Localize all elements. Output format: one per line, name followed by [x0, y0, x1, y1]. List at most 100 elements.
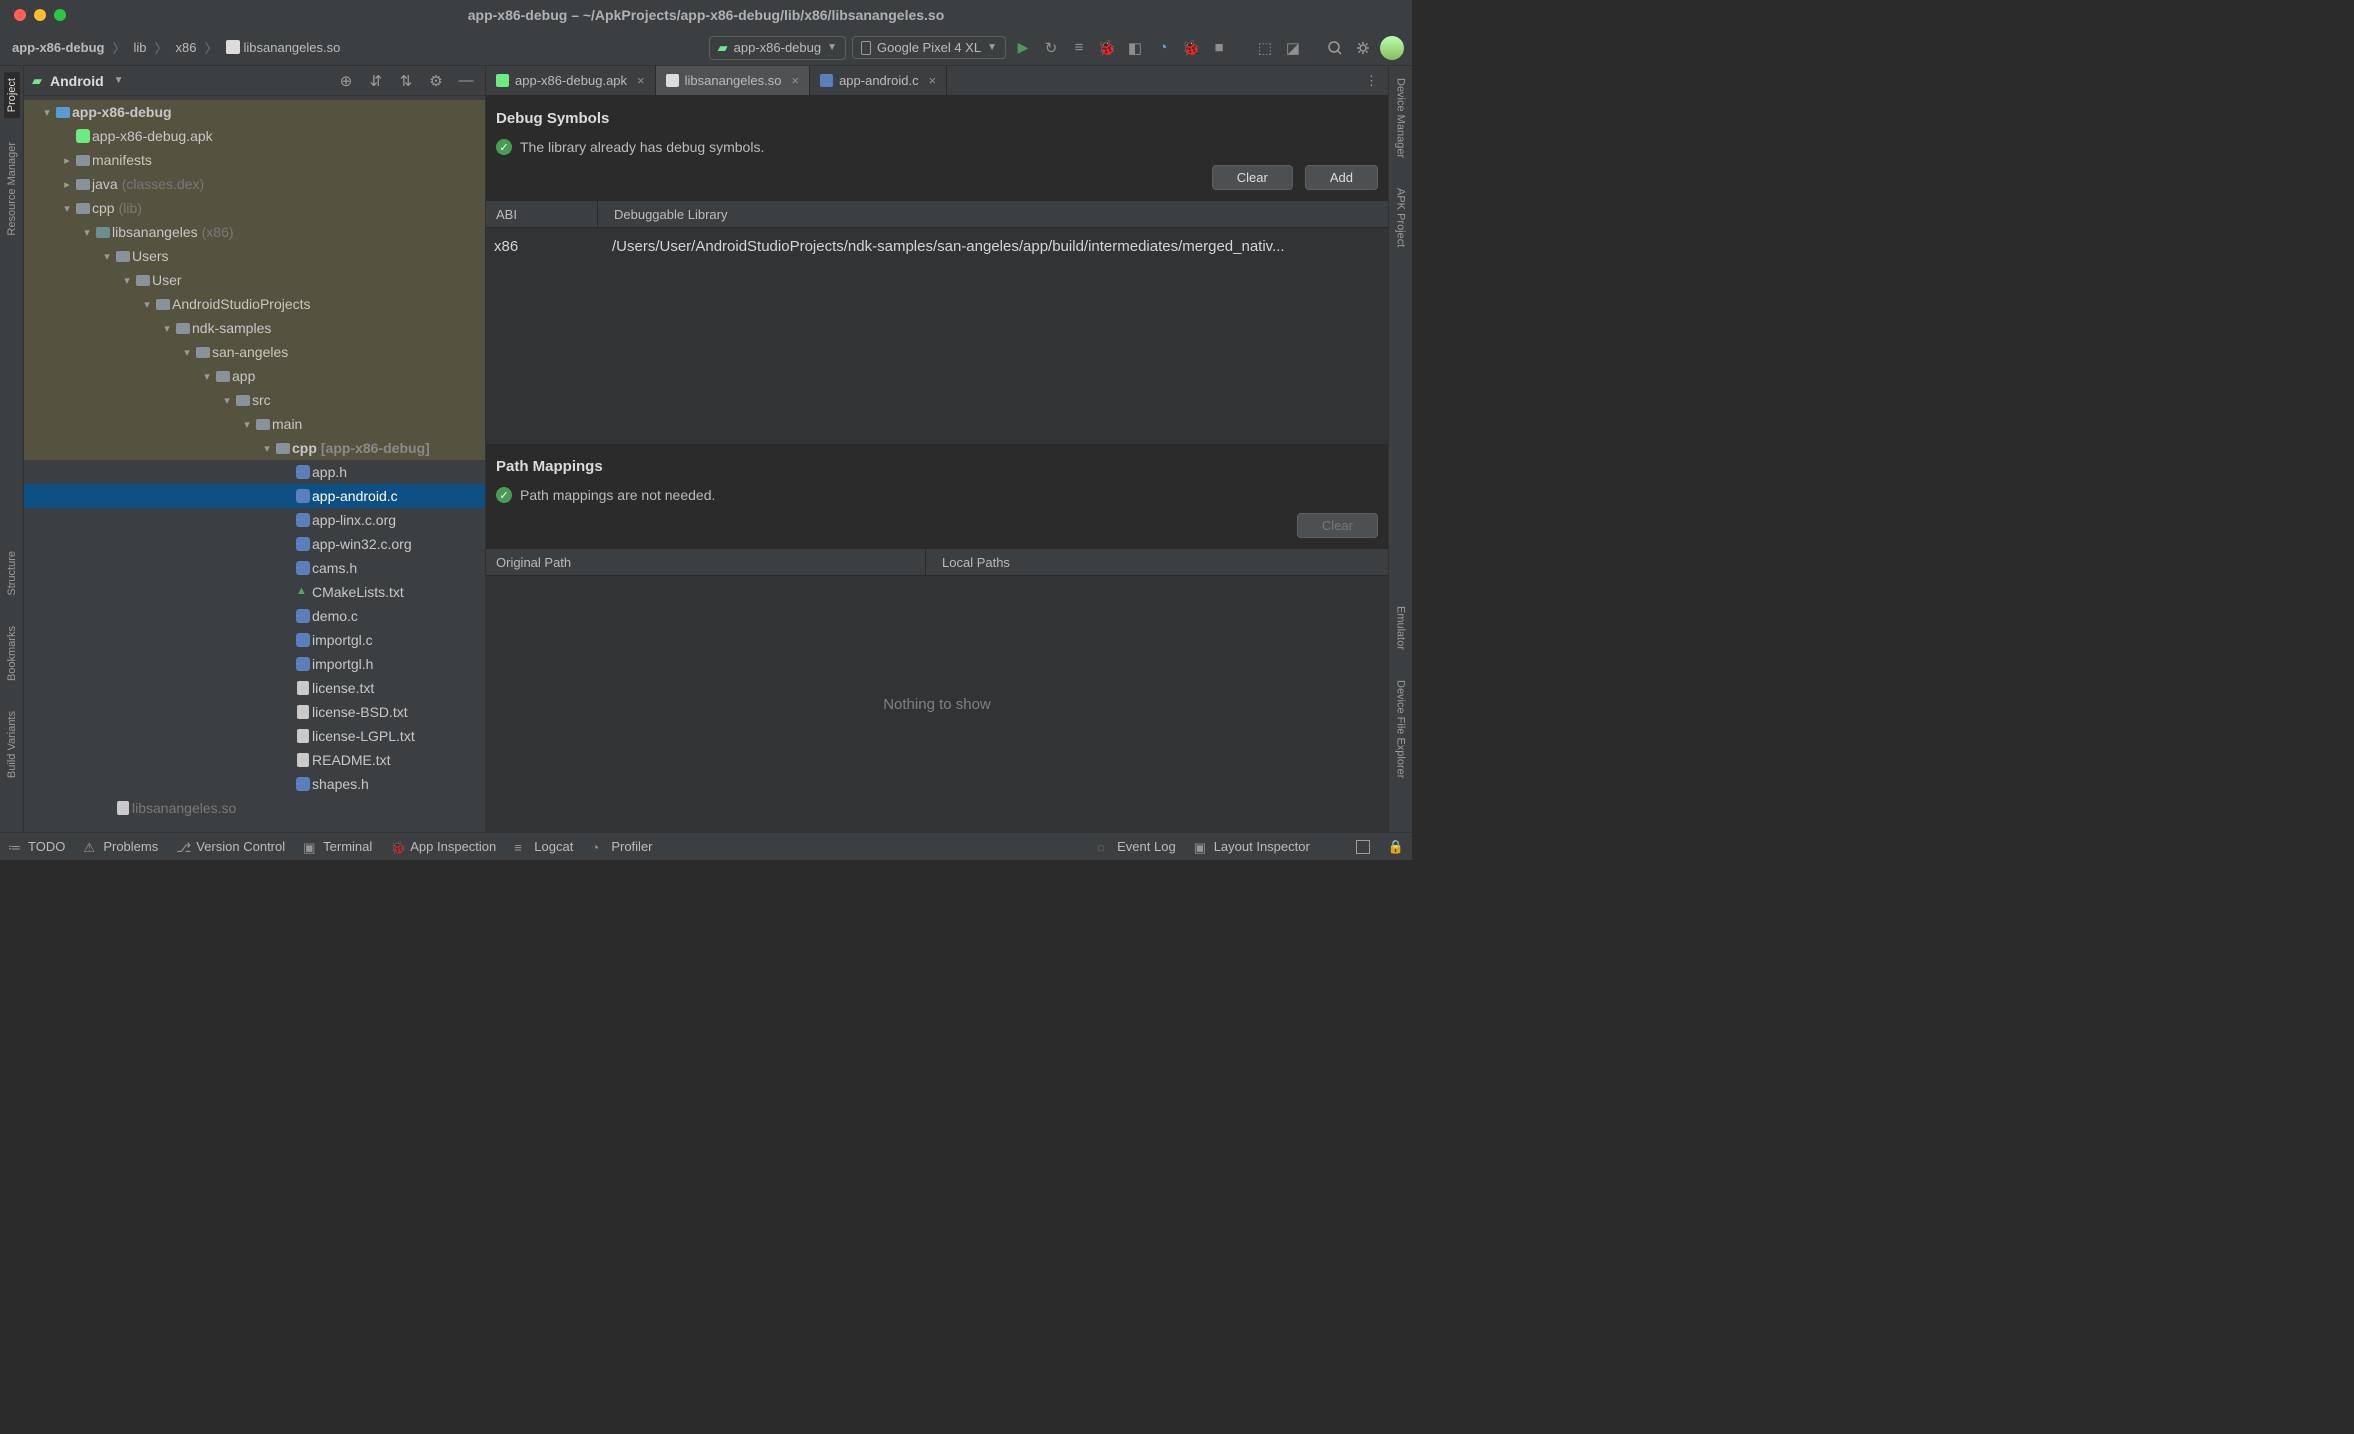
todo-tool-button[interactable]: ≔TODO [8, 839, 65, 854]
tree-item[interactable]: ▾ndk-samples [24, 316, 485, 340]
breadcrumb-file[interactable]: libsanangeles.so [222, 38, 345, 57]
original-path-header[interactable]: Original Path [486, 549, 926, 575]
tree-item[interactable]: libsanangeles.so [24, 796, 485, 820]
tree-arrow-icon[interactable]: ▸ [60, 178, 74, 191]
apk-project-tool-button[interactable]: APK Project [1393, 182, 1409, 253]
tree-item[interactable]: ▾san-angeles [24, 340, 485, 364]
tree-item[interactable]: CMakeLists.txt [24, 580, 485, 604]
project-tool-button[interactable]: Project [4, 72, 20, 118]
emulator-tool-button[interactable]: Emulator [1393, 600, 1409, 656]
tree-arrow-icon[interactable]: ▾ [100, 250, 114, 263]
clear-mappings-button[interactable]: Clear [1297, 513, 1378, 538]
tree-arrow-icon[interactable]: ▾ [200, 370, 214, 383]
editor-tab-so[interactable]: libsanangeles.so × [656, 66, 810, 95]
breadcrumb-arch[interactable]: x86 [172, 38, 201, 57]
run-configuration-dropdown[interactable]: ▰ app-x86-debug ▼ [709, 36, 846, 60]
tree-item[interactable]: app-x86-debug.apk [24, 124, 485, 148]
tree-item[interactable]: license-BSD.txt [24, 700, 485, 724]
panel-options-button[interactable]: ⚙ [425, 70, 447, 92]
local-paths-header[interactable]: Local Paths [926, 555, 1388, 570]
tree-item[interactable]: shapes.h [24, 772, 485, 796]
show-windows-button[interactable] [1356, 840, 1370, 854]
tree-item[interactable]: importgl.h [24, 652, 485, 676]
run-button[interactable]: ▶ [1012, 37, 1034, 59]
debug-button[interactable]: 🐞 [1096, 37, 1118, 59]
tree-item[interactable]: ▸manifests [24, 148, 485, 172]
tree-item[interactable]: ▾User [24, 268, 485, 292]
tree-item[interactable]: ▾main [24, 412, 485, 436]
tree-item[interactable]: app-linx.c.org [24, 508, 485, 532]
build-variants-tool-button[interactable]: Build Variants [4, 705, 20, 784]
tree-item[interactable]: app-win32.c.org [24, 532, 485, 556]
tree-arrow-icon[interactable]: ▾ [160, 322, 174, 335]
close-tab-icon[interactable]: × [929, 73, 937, 88]
tree-arrow-icon[interactable]: ▾ [220, 394, 234, 407]
sync-button[interactable]: ⬚ [1254, 37, 1276, 59]
select-opened-file-button[interactable]: ⊕ [335, 70, 357, 92]
tree-item[interactable]: ▾AndroidStudioProjects [24, 292, 485, 316]
tree-item[interactable]: ▾cpp(lib) [24, 196, 485, 220]
tree-item[interactable]: license.txt [24, 676, 485, 700]
library-header[interactable]: Debuggable Library [598, 207, 1388, 222]
editor-tab-apk[interactable]: app-x86-debug.apk × [486, 66, 656, 95]
tab-overflow-button[interactable]: ⋮ [1355, 66, 1388, 95]
apply-changes-button[interactable]: ↻ [1040, 37, 1062, 59]
breadcrumb-project[interactable]: app-x86-debug [8, 38, 108, 57]
problems-tool-button[interactable]: ⚠Problems [83, 839, 158, 854]
profiler-tool-button[interactable]: ◔Profiler [591, 839, 652, 854]
zoom-window-button[interactable] [54, 9, 66, 21]
tree-item[interactable]: importgl.c [24, 628, 485, 652]
tree-arrow-icon[interactable]: ▾ [60, 202, 74, 215]
hide-panel-button[interactable]: — [455, 70, 477, 92]
minimize-window-button[interactable] [34, 9, 46, 21]
collapse-all-button[interactable]: ⇅ [395, 70, 417, 92]
lock-icon[interactable]: 🔒 [1388, 839, 1404, 855]
tree-item[interactable]: cams.h [24, 556, 485, 580]
device-manager-tool-button[interactable]: Device Manager [1393, 72, 1409, 164]
logcat-tool-button[interactable]: ≡Logcat [514, 839, 573, 854]
device-file-explorer-tool-button[interactable]: Device File Explorer [1393, 674, 1409, 784]
app-inspection-tool-button[interactable]: 🐞App Inspection [390, 839, 496, 854]
tree-arrow-icon[interactable]: ▾ [180, 346, 194, 359]
settings-button[interactable] [1352, 37, 1374, 59]
abi-header[interactable]: ABI [486, 201, 598, 227]
close-tab-icon[interactable]: × [637, 73, 645, 88]
profile-button[interactable]: ◔ [1152, 37, 1174, 59]
tree-item[interactable]: ▾Users [24, 244, 485, 268]
tree-arrow-icon[interactable]: ▾ [140, 298, 154, 311]
tree-item[interactable]: demo.c [24, 604, 485, 628]
project-tree[interactable]: ▾app-x86-debugapp-x86-debug.apk▸manifest… [24, 96, 485, 832]
tree-item[interactable]: ▾app [24, 364, 485, 388]
attach-debugger-button[interactable]: 🐞 [1180, 37, 1202, 59]
tree-arrow-icon[interactable]: ▾ [80, 226, 94, 239]
event-log-tool-button[interactable]: ◌Event Log [1097, 839, 1176, 854]
bookmarks-tool-button[interactable]: Bookmarks [4, 620, 20, 687]
symbols-table-row[interactable]: x86 /Users/User/AndroidStudioProjects/nd… [486, 228, 1388, 264]
search-button[interactable] [1324, 37, 1346, 59]
close-tab-icon[interactable]: × [791, 73, 799, 88]
tree-arrow-icon[interactable]: ▾ [40, 106, 54, 119]
tree-arrow-icon[interactable]: ▾ [240, 418, 254, 431]
avd-manager-button[interactable]: ◪ [1282, 37, 1304, 59]
layout-inspector-tool-button[interactable]: ▣Layout Inspector [1194, 839, 1310, 854]
expand-all-button[interactable]: ⇵ [365, 70, 387, 92]
tree-item[interactable]: app-android.c [24, 484, 485, 508]
tree-item[interactable]: license-LGPL.txt [24, 724, 485, 748]
add-symbols-button[interactable]: Add [1305, 165, 1378, 190]
user-avatar[interactable] [1380, 36, 1404, 60]
tree-item[interactable]: ▾app-x86-debug [24, 100, 485, 124]
close-window-button[interactable] [14, 9, 26, 21]
coverage-button[interactable]: ◧ [1124, 37, 1146, 59]
clear-symbols-button[interactable]: Clear [1212, 165, 1293, 190]
tree-item[interactable]: ▾src [24, 388, 485, 412]
breadcrumb-lib[interactable]: lib [129, 38, 150, 57]
editor-tab-c[interactable]: app-android.c × [810, 66, 947, 95]
terminal-tool-button[interactable]: ▣Terminal [303, 839, 372, 854]
tree-item[interactable]: ▸java(classes.dex) [24, 172, 485, 196]
tree-arrow-icon[interactable]: ▸ [60, 154, 74, 167]
tree-item[interactable]: ▾libsanangeles(x86) [24, 220, 485, 244]
tree-arrow-icon[interactable]: ▾ [260, 442, 274, 455]
version-control-tool-button[interactable]: ⎇Version Control [176, 839, 285, 854]
tree-item[interactable]: app.h [24, 460, 485, 484]
tree-item[interactable]: README.txt [24, 748, 485, 772]
